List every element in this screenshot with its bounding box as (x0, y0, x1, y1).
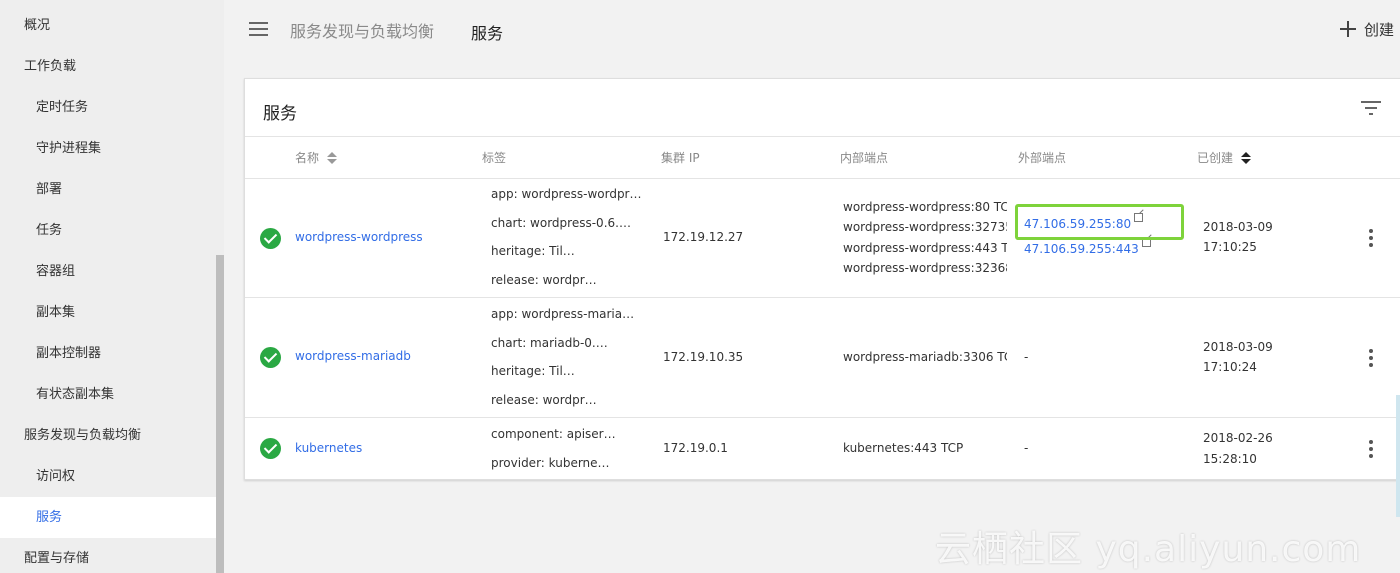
internal-endpoint: wordpress-wordpress:32368 (843, 261, 1007, 275)
sidebar-item-statefulsets[interactable]: 有状态副本集 (0, 374, 216, 415)
column-header-external-endpoints: 外部端点 (1018, 149, 1066, 166)
external-endpoint-empty: - (1024, 350, 1029, 364)
column-header-internal-endpoints-label: 内部端点 (840, 151, 889, 165)
service-name-link[interactable]: kubernetes (295, 441, 362, 455)
create-button-label: 创建 (1364, 20, 1395, 39)
internal-endpoint: wordpress-wordpress:80 TCP (843, 200, 1007, 214)
create-button[interactable]: 创建 (1340, 18, 1394, 40)
column-header-internal-endpoints: 内部端点 (840, 149, 888, 166)
sidebar-item-ingresses[interactable]: 访问权 (0, 456, 216, 497)
column-header-cluster-ip: 集群 IP (661, 149, 700, 166)
watermark: 云栖社区 yq.aliyun.com (935, 529, 1362, 570)
header-divider (245, 136, 1400, 137)
sidebar-item-cronjobs[interactable]: 定时任务 (0, 87, 216, 128)
column-header-created-label: 已创建 (1197, 151, 1234, 165)
more-vert-icon[interactable] (1367, 349, 1375, 369)
sidebar-scrollbar[interactable] (216, 255, 224, 573)
external-endpoint-link[interactable]: 47.106.59.255:80 (1024, 213, 1144, 231)
sort-ascending-icon[interactable] (1241, 151, 1252, 165)
column-header-created[interactable]: 已创建 (1197, 149, 1252, 166)
label-chip: provider: kuberne… (491, 456, 610, 470)
cluster-ip: 172.19.10.35 (663, 350, 744, 364)
check-circle-icon (260, 347, 281, 368)
sidebar-item-workloads[interactable]: 工作负载 (0, 46, 216, 87)
sidebar-item-discovery-and-load-balancing[interactable]: 服务发现与负载均衡 (0, 415, 216, 456)
cluster-ip: 172.19.12.27 (663, 230, 744, 244)
label-chip: heritage: Til… (491, 364, 575, 378)
sidebar-item-replication-controllers[interactable]: 副本控制器 (0, 333, 216, 374)
created-time: 17:10:25 (1203, 240, 1257, 254)
internal-endpoint: wordpress-mariadb:3306 TCP (843, 350, 1007, 364)
created-time: 17:10:24 (1203, 360, 1257, 374)
card-title: 服务 (263, 104, 297, 124)
label-chip: chart: wordpress-0.6.… (491, 216, 631, 230)
service-name-link[interactable]: wordpress-mariadb (295, 349, 411, 363)
column-header-labels-label: 标签 (482, 151, 507, 165)
services-card: 服务 名称 标签 集群 IP 内部端点 外部端点 已创建 wordpress-w… (244, 78, 1400, 480)
breadcrumb-parent[interactable]: 服务发现与负载均衡 (290, 18, 434, 42)
label-chip: component: apiser… (491, 427, 616, 441)
label-chip: chart: mariadb-0.… (491, 336, 608, 350)
label-chip: release: wordpr… (491, 273, 597, 287)
created-date: 2018-03-09 (1203, 220, 1273, 234)
filter-icon[interactable] (1361, 101, 1381, 115)
sidebar-item-replicasets[interactable]: 副本集 (0, 292, 216, 333)
created-time: 15:28:10 (1203, 452, 1257, 466)
sidebar-item-config-and-storage[interactable]: 配置与存储 (0, 538, 216, 573)
label-chip: app: wordpress-maria… (491, 307, 635, 321)
row-divider (245, 297, 1400, 298)
external-endpoint-text: 47.106.59.255:80 (1024, 217, 1132, 231)
toolbar: 服务发现与负载均衡 服务 创建 (224, 0, 1400, 62)
internal-endpoint: wordpress-wordpress:443 TC (843, 241, 1007, 255)
more-vert-icon[interactable] (1367, 229, 1375, 249)
sidebar-item-pods[interactable]: 容器组 (0, 251, 216, 292)
column-header-name[interactable]: 名称 (295, 149, 338, 166)
external-endpoint-link[interactable]: 47.106.59.255:443 (1024, 238, 1151, 256)
row-divider (245, 417, 1400, 418)
plus-icon (1340, 21, 1356, 37)
column-header-cluster-ip-label: 集群 IP (661, 151, 700, 165)
sidebar-item-daemonsets[interactable]: 守护进程集 (0, 128, 216, 169)
sidebar: 概况 工作负载 定时任务 守护进程集 部署 任务 容器组 副本集 副本控制器 有… (0, 0, 224, 573)
sidebar-item-services[interactable]: 服务 (0, 497, 216, 538)
page-title: 服务 (471, 24, 504, 43)
label-chip: app: wordpress-wordpr… (491, 187, 641, 201)
internal-endpoint: kubernetes:443 TCP (843, 441, 964, 455)
column-header-external-endpoints-label: 外部端点 (1018, 151, 1067, 165)
column-header-name-label: 名称 (295, 151, 320, 165)
service-name-link[interactable]: wordpress-wordpress (295, 230, 423, 244)
sidebar-item-overview[interactable]: 概况 (0, 5, 216, 46)
app-root: 概况 工作负载 定时任务 守护进程集 部署 任务 容器组 副本集 副本控制器 有… (0, 0, 1400, 573)
hamburger-menu-icon[interactable] (248, 20, 270, 38)
open-in-new-icon (1141, 238, 1151, 247)
sort-icon[interactable] (327, 151, 338, 165)
more-vert-icon[interactable] (1367, 440, 1375, 460)
row-divider (245, 178, 1400, 179)
page-scrollbar[interactable] (1396, 395, 1400, 517)
external-endpoint-text: 47.106.59.255:443 (1024, 242, 1139, 256)
internal-endpoint: wordpress-wordpress:32735 (843, 220, 1007, 234)
sidebar-item-deployments[interactable]: 部署 (0, 169, 216, 210)
label-chip: heritage: Til… (491, 244, 575, 258)
created-date: 2018-03-09 (1203, 340, 1273, 354)
label-chip: release: wordpr… (491, 393, 597, 407)
open-in-new-icon (1134, 213, 1144, 222)
check-circle-icon (260, 228, 281, 249)
sidebar-item-jobs[interactable]: 任务 (0, 210, 216, 251)
created-date: 2018-02-26 (1203, 431, 1273, 445)
column-header-labels: 标签 (482, 149, 506, 166)
external-endpoint-empty: - (1024, 441, 1029, 455)
cluster-ip: 172.19.0.1 (663, 441, 728, 455)
check-circle-icon (260, 438, 281, 459)
